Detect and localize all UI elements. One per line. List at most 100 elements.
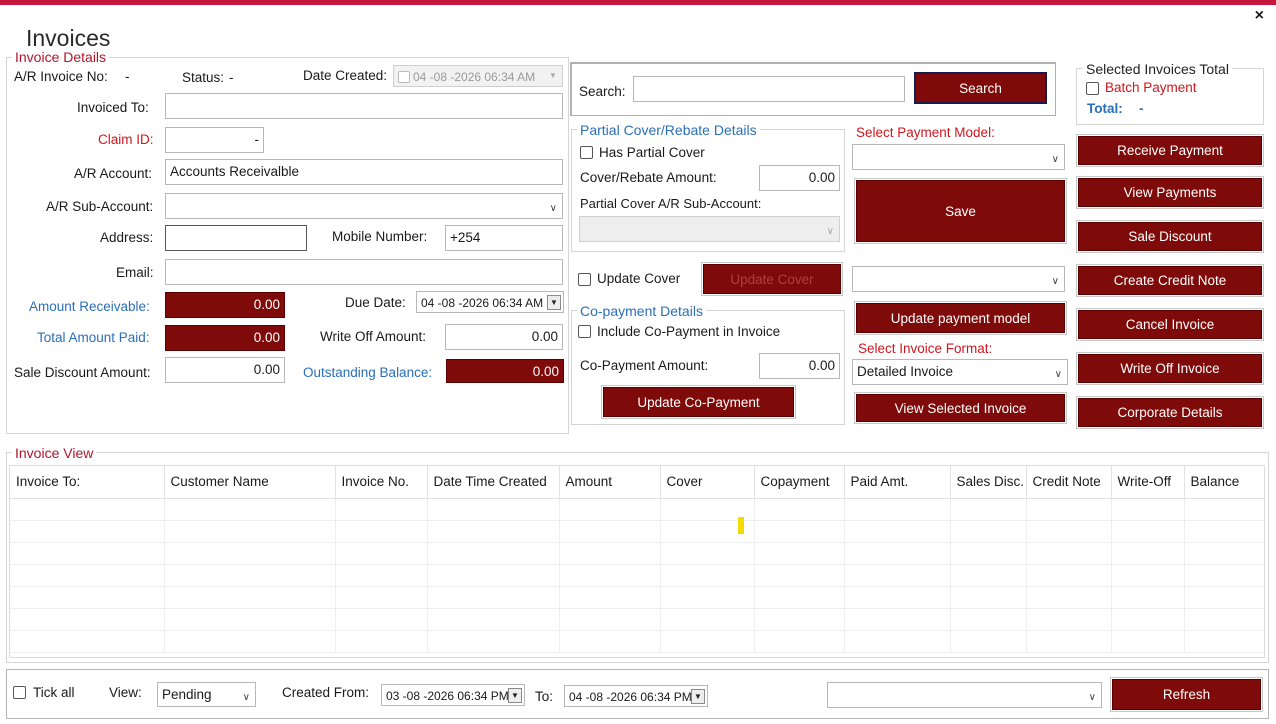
table-cell[interactable] [164,630,336,653]
chevron-down-icon[interactable]: ▼ [508,688,522,703]
table-cell[interactable] [950,520,1027,543]
table-cell[interactable] [1026,564,1112,587]
table-cell[interactable] [660,608,755,631]
update-payment-model-button[interactable]: Update payment model [854,301,1067,335]
table-cell[interactable] [1184,630,1264,653]
payment-model-secondary-select[interactable]: ∨ [852,266,1065,292]
table-cell[interactable] [950,498,1027,521]
column-header-copayment[interactable]: Copayment [754,466,845,499]
table-cell[interactable] [844,608,951,631]
table-cell[interactable] [559,542,661,565]
table-cell[interactable] [660,564,755,587]
cover-rebate-amount-field[interactable]: 0.00 [759,165,840,191]
has-partial-cover-checkbox[interactable] [580,146,593,159]
chevron-down-icon[interactable]: ▼ [547,295,561,310]
column-header-amount[interactable]: Amount [559,466,661,499]
table-cell[interactable] [1026,542,1112,565]
table-cell[interactable] [559,608,661,631]
table-cell[interactable] [335,542,428,565]
table-cell[interactable] [1026,586,1112,609]
table-cell[interactable] [427,586,560,609]
close-icon[interactable]: × [1255,8,1264,24]
include-copayment-checkbox[interactable] [578,325,591,338]
table-cell[interactable] [660,542,755,565]
table-row[interactable] [10,586,1264,609]
table-cell[interactable] [1184,520,1264,543]
table-cell[interactable] [559,520,661,543]
payment-model-select[interactable]: ∨ [852,144,1065,170]
table-row[interactable] [10,542,1264,565]
table-cell[interactable] [10,498,165,521]
table-cell[interactable] [10,586,165,609]
invoice-format-select[interactable]: Detailed Invoice ∨ [852,359,1068,385]
copayment-amount-field[interactable]: 0.00 [759,353,840,379]
table-cell[interactable] [1184,586,1264,609]
table-cell[interactable] [427,608,560,631]
table-cell[interactable] [10,608,165,631]
table-cell[interactable] [1184,542,1264,565]
column-header-customer-name[interactable]: Customer Name [164,466,336,499]
view-filter-select[interactable]: Pending ∨ [157,682,256,707]
table-cell[interactable] [427,564,560,587]
table-cell[interactable] [660,586,755,609]
table-cell[interactable] [844,564,951,587]
ar-account-field[interactable]: Accounts Receivalble [165,159,563,185]
view-selected-invoice-button[interactable]: View Selected Invoice [854,392,1067,424]
table-cell[interactable] [1111,630,1185,653]
column-header-balance[interactable]: Balance [1184,466,1264,499]
table-row[interactable] [10,498,1264,521]
table-cell[interactable] [754,586,845,609]
table-cell[interactable] [844,520,951,543]
table-row[interactable] [10,564,1264,587]
table-cell[interactable] [754,498,845,521]
update-copayment-button[interactable]: Update Co-Payment [601,385,796,419]
update-cover-checkbox[interactable] [578,273,591,286]
table-cell[interactable] [10,542,165,565]
table-cell[interactable] [950,542,1027,565]
column-header-date-time-created[interactable]: Date Time Created [427,466,560,499]
table-cell[interactable] [335,564,428,587]
table-cell[interactable] [559,564,661,587]
sale-discount-amount-field[interactable]: 0.00 [165,357,285,383]
table-cell[interactable] [950,586,1027,609]
table-cell[interactable] [10,630,165,653]
table-cell[interactable] [559,586,661,609]
table-cell[interactable] [1111,520,1185,543]
column-header-paid-amt[interactable]: Paid Amt. [844,466,951,499]
table-cell[interactable] [844,498,951,521]
write-off-amount-field[interactable]: 0.00 [445,324,563,350]
claim-id-field[interactable]: - [165,127,264,153]
table-cell[interactable] [950,608,1027,631]
invoiced-to-field[interactable] [165,93,563,119]
table-cell[interactable] [950,564,1027,587]
table-cell[interactable] [335,498,428,521]
table-cell[interactable] [164,608,336,631]
table-cell[interactable] [1111,608,1185,631]
table-cell[interactable] [950,630,1027,653]
table-cell[interactable] [1184,498,1264,521]
table-cell[interactable] [844,630,951,653]
table-cell[interactable] [335,630,428,653]
create-credit-note-button[interactable]: Create Credit Note [1076,264,1264,297]
invoice-table[interactable]: Invoice To: Customer Name Invoice No. Da… [9,465,1265,658]
table-cell[interactable] [335,520,428,543]
footer-filter-select[interactable]: ∨ [827,682,1102,708]
table-cell[interactable] [1026,520,1112,543]
table-cell[interactable] [1026,608,1112,631]
table-cell[interactable] [164,564,336,587]
search-input[interactable] [633,76,905,102]
column-header-invoice-to[interactable]: Invoice To: [10,466,165,499]
table-cell[interactable] [559,498,661,521]
cancel-invoice-button[interactable]: Cancel Invoice [1076,308,1264,341]
table-cell[interactable] [1111,542,1185,565]
table-cell[interactable] [10,564,165,587]
table-row[interactable] [10,520,1264,543]
table-cell[interactable] [660,630,755,653]
table-cell[interactable] [164,586,336,609]
column-header-write-off[interactable]: Write-Off [1111,466,1185,499]
due-date-picker[interactable]: 04 -08 -2026 06:34 AM ▼ [416,291,564,313]
table-cell[interactable] [754,564,845,587]
table-row[interactable] [10,608,1264,631]
column-header-sales-disc[interactable]: Sales Disc. [950,466,1027,499]
search-button[interactable]: Search [914,72,1047,104]
